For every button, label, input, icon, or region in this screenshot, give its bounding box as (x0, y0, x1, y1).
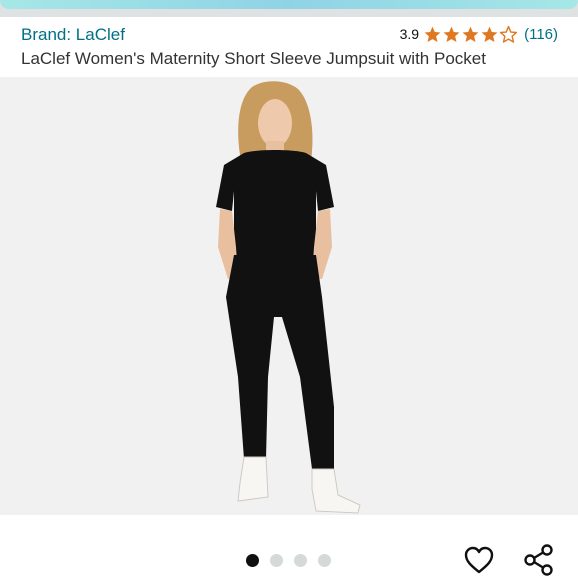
star-full-icon (443, 26, 460, 42)
top-bar (0, 0, 578, 17)
product-image (0, 77, 578, 515)
product-image-gallery[interactable] (0, 77, 578, 515)
pagination-dot-1[interactable] (246, 554, 259, 567)
rating-value: 3.9 (399, 26, 420, 42)
star-empty-icon (499, 25, 518, 43)
wishlist-button[interactable] (461, 542, 497, 578)
share-button[interactable] (521, 542, 557, 578)
heart-outline-icon (464, 546, 494, 574)
pagination-dot-4[interactable] (318, 554, 331, 567)
rating-summary[interactable]: 3.9 (116) (400, 23, 558, 45)
star-full-icon (424, 26, 441, 42)
rating-count-link[interactable]: (116) (524, 26, 558, 43)
star-full-icon (481, 26, 498, 42)
star-rating (423, 25, 518, 44)
pagination-dot-2[interactable] (270, 554, 283, 567)
share-icon (524, 544, 553, 576)
star-full-icon (462, 26, 479, 42)
image-pagination-dots[interactable] (246, 554, 342, 567)
brand-link[interactable]: Brand: LaClef (21, 25, 125, 45)
pagination-dot-3[interactable] (294, 554, 307, 567)
product-title: LaClef Women's Maternity Short Sleeve Ju… (21, 49, 486, 68)
top-bar-accent (0, 0, 578, 9)
